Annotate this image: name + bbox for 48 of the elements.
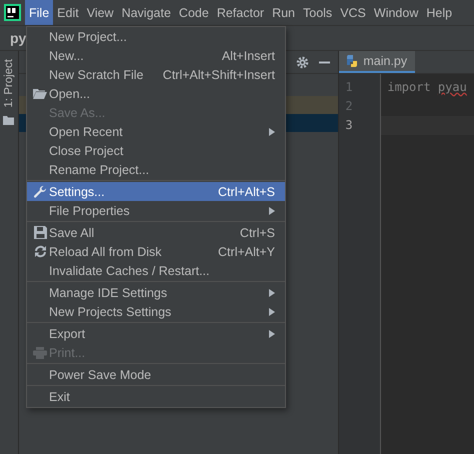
menu-bar-item[interactable]: Help xyxy=(422,0,456,25)
menu-bar-item[interactable]: Tools xyxy=(299,0,336,25)
menu-item[interactable]: Save All Ctrl+S xyxy=(27,223,285,242)
menu-item[interactable]: Open Recent xyxy=(27,122,285,141)
menu-item[interactable]: New Projects Settings xyxy=(27,302,285,321)
menu-item[interactable]: New Project... xyxy=(27,27,285,46)
shortcut-label: Alt+Insert xyxy=(222,48,275,62)
minimize-icon[interactable] xyxy=(319,60,330,64)
menu-bar-item[interactable]: View xyxy=(82,0,118,25)
code-token: pyau xyxy=(438,80,467,94)
menu-item[interactable]: Power Save Mode xyxy=(27,365,285,384)
menu-item[interactable]: Invalidate Caches / Restart... xyxy=(27,261,285,280)
line-number: 3 xyxy=(344,117,354,134)
shortcut-label: Ctrl+Alt+Shift+Insert xyxy=(162,68,275,82)
folder-icon xyxy=(33,88,47,99)
app-logo-icon[interactable] xyxy=(4,4,21,21)
menu-item[interactable]: New Scratch File Ctrl+Alt+Shift+Insert xyxy=(27,65,285,84)
menu-bar-item[interactable]: Run xyxy=(268,0,299,25)
shortcut-label: Ctrl+Alt+S xyxy=(218,184,275,198)
menu-bar-item[interactable]: Window xyxy=(370,0,422,25)
menu-item[interactable]: Reload All from Disk Ctrl+Alt+Y xyxy=(27,242,285,261)
menu-item[interactable]: New... Alt+Insert xyxy=(27,46,285,65)
menu-item[interactable]: Open... xyxy=(27,84,285,103)
menu-bar-item[interactable]: Code xyxy=(174,0,213,25)
python-file-icon xyxy=(345,54,360,68)
menu-item[interactable]: Exit xyxy=(27,387,285,406)
project-title: py xyxy=(10,30,26,46)
menu-item[interactable]: File Properties xyxy=(27,201,285,220)
printer-icon xyxy=(33,346,47,358)
menu-bar-item[interactable]: Refactor xyxy=(212,0,268,25)
menu-item[interactable]: Settings... Ctrl+Alt+S xyxy=(27,182,285,201)
menu-bar-item[interactable]: Edit xyxy=(53,0,83,25)
menu-bar-item[interactable]: Navigate xyxy=(118,0,175,25)
folder-icon xyxy=(3,116,14,125)
shortcut-label: Ctrl+S xyxy=(240,226,275,240)
menu-bar-item[interactable]: File xyxy=(25,0,54,25)
menu-item[interactable]: Export xyxy=(27,324,285,343)
settings-icon[interactable] xyxy=(296,56,310,68)
menu-item[interactable]: Close Project xyxy=(27,141,285,160)
code-token: import xyxy=(387,80,431,94)
menu-bar-item[interactable]: VCS xyxy=(336,0,370,25)
reload-icon xyxy=(34,245,46,258)
wrench-icon xyxy=(33,184,47,198)
shortcut-label: Ctrl+Alt+Y xyxy=(218,244,275,258)
editor-tab[interactable]: main.py xyxy=(339,51,416,73)
menu-item[interactable]: Manage IDE Settings xyxy=(27,283,285,302)
menu-item[interactable]: Rename Project... xyxy=(27,160,285,179)
tool-window-tab[interactable]: 1: Project xyxy=(2,55,15,112)
